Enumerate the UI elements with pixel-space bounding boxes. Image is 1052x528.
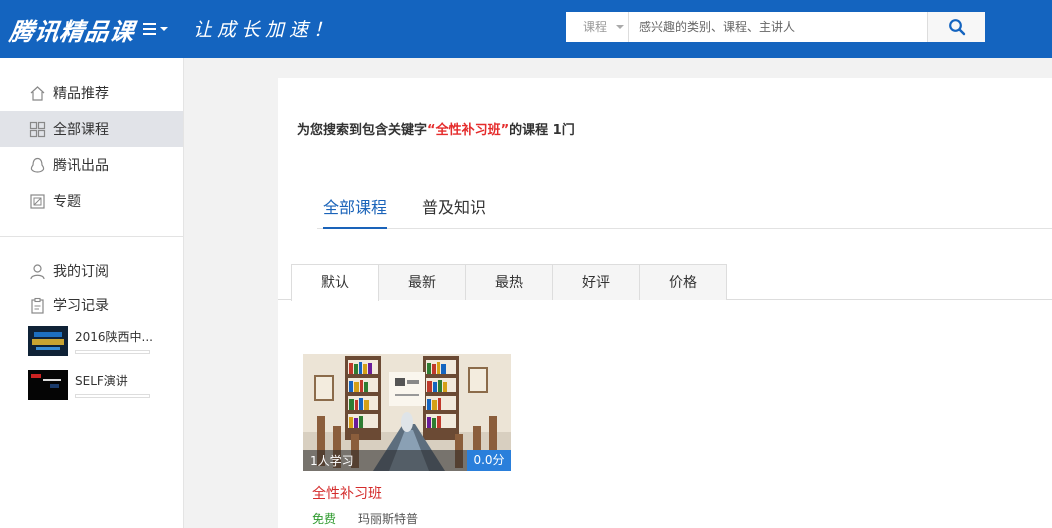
home-icon (28, 84, 46, 102)
search-category-label: 课程 (583, 20, 608, 34)
course-price: 免费 (312, 512, 337, 526)
topic-icon (28, 192, 46, 210)
recent-course-title: 2016陕西中... (75, 330, 153, 344)
sidebar-item-label: 专题 (53, 194, 81, 210)
sidebar-divider (0, 236, 183, 237)
result-quote-open: “ (427, 123, 436, 138)
sidebar-item-history[interactable]: 学习记录 (0, 287, 183, 323)
tab-all-courses[interactable]: 全部课程 (323, 186, 388, 229)
result-quote-close: ” (500, 123, 510, 138)
sort-newest[interactable]: 最新 (378, 264, 466, 300)
clipboard-icon (28, 296, 46, 314)
sidebar-item-label: 精品推荐 (53, 86, 109, 102)
sort-hottest[interactable]: 最热 (465, 264, 553, 300)
sidebar-item-label: 学习记录 (53, 298, 109, 314)
menu-icon (143, 23, 156, 25)
menu-button[interactable] (143, 19, 171, 39)
search-button[interactable] (927, 12, 985, 42)
course-title[interactable]: 全性补习班 (312, 483, 382, 503)
slogan: 让成长加速！ (193, 19, 338, 41)
chevron-down-icon (160, 27, 168, 31)
menu-icon-bar (143, 33, 156, 35)
sidebar-item-featured[interactable]: 精品推荐 (0, 75, 183, 111)
learner-count: 1人学习 (310, 454, 354, 468)
recent-course[interactable]: 2016陕西中... (28, 326, 178, 358)
recent-course-progress (75, 350, 150, 354)
recent-course[interactable]: SELF演讲 (28, 370, 178, 402)
recent-course-thumbnail (28, 370, 68, 400)
search-box: 课程 (566, 12, 985, 42)
sort-default[interactable]: 默认 (291, 264, 379, 301)
sidebar-item-label: 全部课程 (53, 122, 109, 138)
caret-down-icon (616, 25, 624, 29)
search-category-select[interactable]: 课程 (566, 12, 629, 42)
sidebar-item-subscriptions[interactable]: 我的订阅 (0, 253, 183, 289)
grid-icon (28, 120, 46, 138)
result-suffix: 的课程 1门 (509, 123, 575, 138)
category-tabs: 全部课程 普及知识 (317, 186, 1052, 229)
sidebar-item-label: 腾讯出品 (53, 158, 109, 174)
sidebar-item-all-courses[interactable]: 全部课程 (0, 111, 183, 147)
tab-general-knowledge[interactable]: 普及知识 (422, 186, 486, 229)
recent-course-progress (75, 394, 150, 398)
recent-course-title: SELF演讲 (75, 374, 128, 388)
sort-price[interactable]: 价格 (639, 264, 727, 300)
search-input[interactable] (630, 12, 927, 42)
penguin-icon (28, 156, 46, 174)
sidebar-item-label: 我的订阅 (53, 264, 109, 280)
logo[interactable]: 腾讯精品课 (8, 12, 138, 47)
search-result-summary: 为您搜索到包含关键字“全性补习班”的课程 1门 (297, 119, 575, 138)
sort-rating[interactable]: 好评 (552, 264, 640, 300)
sidebar-item-topics[interactable]: 专题 (0, 183, 183, 219)
sort-bar: 默认 最新 最热 好评 价格 (278, 264, 1052, 301)
course-card[interactable]: 1人学习 0.0分 全性补习班 免费 玛丽斯特普 (303, 354, 511, 528)
result-prefix: 为您搜索到包含关键字 (297, 123, 428, 138)
menu-icon-bar (143, 28, 156, 30)
result-keyword: 全性补习班 (435, 123, 501, 138)
search-icon (948, 19, 965, 36)
course-author[interactable]: 玛丽斯特普 (358, 510, 418, 527)
sidebar: 精品推荐 全部课程 腾讯出品 专题 我的订阅 学习记录 2016陕西中... S… (0, 58, 184, 528)
rating-badge: 0.0分 (467, 450, 511, 471)
main-content: 为您搜索到包含关键字“全性补习班”的课程 1门 全部课程 普及知识 默认 最新 … (278, 78, 1052, 528)
sidebar-item-tencent[interactable]: 腾讯出品 (0, 147, 183, 183)
recent-course-thumbnail (28, 326, 68, 356)
top-header: 腾讯精品课 让成长加速！ 课程 (0, 0, 1052, 58)
user-icon (28, 262, 46, 280)
